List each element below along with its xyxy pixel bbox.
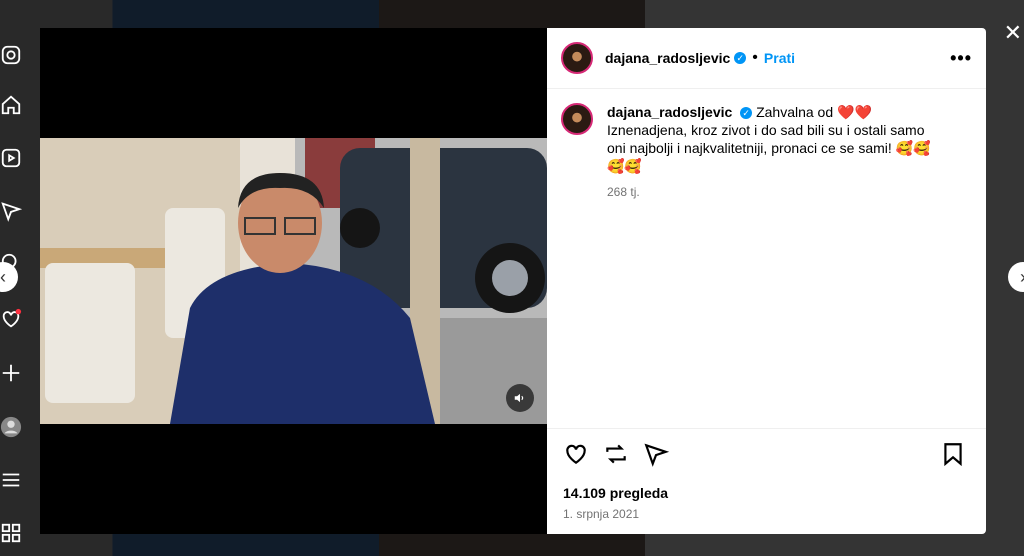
caption-text-block: dajana_radosljevic ✓ Zahvalna od ❤️❤️ Iz… bbox=[607, 103, 947, 201]
caption-username[interactable]: dajana_radosljevic bbox=[607, 104, 732, 120]
home-icon[interactable] bbox=[0, 94, 24, 118]
username-link[interactable]: dajana_radosljevic bbox=[605, 50, 730, 66]
caption-verified-badge-icon: ✓ bbox=[740, 107, 753, 120]
reels-icon[interactable] bbox=[0, 147, 24, 171]
heart-icon[interactable] bbox=[0, 308, 24, 332]
follow-button[interactable]: Prati bbox=[764, 50, 795, 66]
menu-icon[interactable] bbox=[0, 469, 24, 493]
mute-button[interactable] bbox=[506, 384, 534, 412]
apps-icon[interactable] bbox=[0, 522, 24, 546]
profile-icon[interactable] bbox=[0, 416, 24, 440]
caption-avatar[interactable] bbox=[561, 103, 593, 135]
separator-dot: • bbox=[752, 49, 758, 66]
repost-icon[interactable] bbox=[603, 441, 633, 471]
caption-row: dajana_radosljevic ✓ Zahvalna od ❤️❤️ Iz… bbox=[547, 89, 986, 201]
save-icon[interactable] bbox=[940, 441, 970, 471]
caption-age: 268 tj. bbox=[607, 185, 640, 199]
verified-badge-icon: ✓ bbox=[734, 52, 747, 64]
post-date: 1. srpnja 2021 bbox=[563, 507, 640, 521]
video-frame[interactable] bbox=[40, 138, 547, 424]
post-modal: dajana_radosljevic ✓ • Prati ••• dajana_… bbox=[40, 28, 986, 534]
post-details-panel: dajana_radosljevic ✓ • Prati ••• dajana_… bbox=[547, 28, 986, 534]
video-player[interactable] bbox=[40, 28, 547, 534]
create-icon[interactable] bbox=[0, 362, 24, 386]
close-button[interactable]: ✕ bbox=[1004, 20, 1022, 46]
send-icon[interactable] bbox=[0, 200, 24, 224]
avatar[interactable] bbox=[561, 42, 593, 74]
view-count: 14.109 pregleda bbox=[563, 485, 669, 501]
share-icon[interactable] bbox=[643, 441, 673, 471]
post-header: dajana_radosljevic ✓ • Prati ••• bbox=[547, 28, 986, 89]
more-options-button[interactable]: ••• bbox=[950, 48, 972, 69]
action-bar bbox=[547, 428, 986, 483]
instagram-icon[interactable] bbox=[0, 44, 24, 68]
like-icon[interactable] bbox=[563, 441, 593, 471]
